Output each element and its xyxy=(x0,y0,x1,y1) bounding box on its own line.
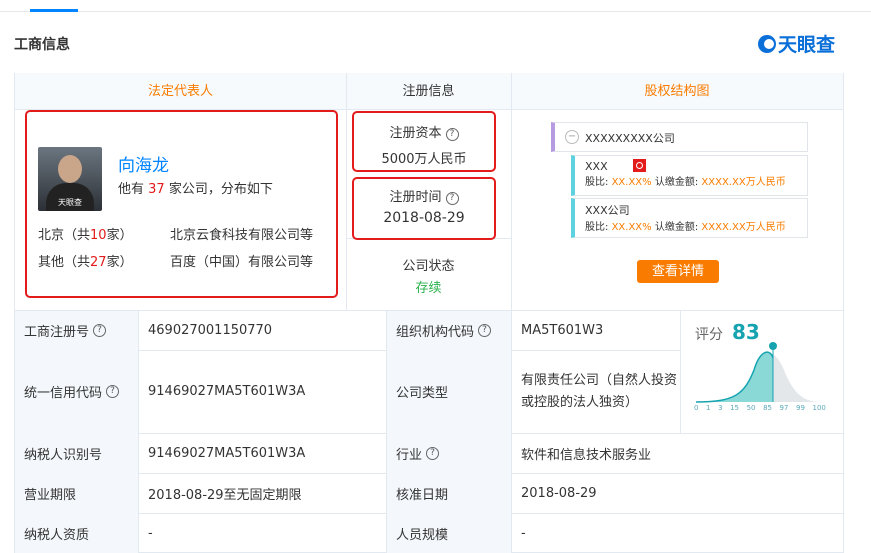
help-icon[interactable]: ? xyxy=(426,446,440,460)
value-credit-code: 91469027MA5T601W3A xyxy=(148,384,306,399)
value-org-code: MA5T601W3 xyxy=(521,322,604,338)
avatar[interactable]: 天眼查 xyxy=(38,147,102,211)
help-icon[interactable]: ? xyxy=(106,385,120,398)
header-registration: 注册信息 xyxy=(346,73,511,110)
help-icon[interactable]: ? xyxy=(445,128,459,141)
label-company-type: 公司类型 xyxy=(396,386,449,401)
value-business-term: 2018-08-29至无固定期限 xyxy=(148,487,302,503)
avatar-watermark: 天眼查 xyxy=(58,198,82,207)
value-taxpayer-id: 91469027MA5T601W3A xyxy=(148,445,306,461)
label-reg-number: 工商注册号? xyxy=(14,310,107,350)
region-beijing-company[interactable]: 北京云食科技有限公司等 xyxy=(170,224,313,243)
date-value: 2018-08-29 xyxy=(383,210,465,226)
section-title: 工商信息 xyxy=(14,37,70,53)
equity-root-node[interactable]: − XXXXXXXXX公司 xyxy=(551,122,808,152)
value-approval-date: 2018-08-29 xyxy=(521,485,597,501)
value-taxpayer-qualification: - xyxy=(148,525,153,541)
score-ticks: 0 1 3 15 50 85 97 99 100 xyxy=(694,404,826,412)
equity-node[interactable]: XXX公司 股比: XX.XX% 认缴金额: XXXX.XX万人民币 xyxy=(571,198,808,238)
score-marker-icon xyxy=(769,342,777,350)
header-legal-rep: 法定代表人 xyxy=(15,73,346,110)
tab-divider xyxy=(0,11,871,12)
view-details-button[interactable]: 查看详情 xyxy=(637,260,719,283)
label-staff-size: 人员规模 xyxy=(396,527,449,543)
header-equity: 股权结构图 xyxy=(511,73,843,110)
value-reg-number: 469027001150770 xyxy=(148,322,273,338)
label-industry: 行业? xyxy=(386,433,440,473)
label-approval-date: 核准日期 xyxy=(396,487,449,503)
value-company-type: 有限责任公司（自然人投资或控股的法人独资） xyxy=(521,372,678,410)
region-other-company[interactable]: 百度（中国）有限公司等 xyxy=(170,251,313,270)
date-label: 注册时间? xyxy=(352,186,496,205)
region-other: 其他（共27家） xyxy=(38,255,133,270)
logo-text: 天眼查 xyxy=(778,34,836,56)
active-tab-indicator xyxy=(30,9,78,12)
label-credit-code: 统一信用代码? xyxy=(14,350,120,433)
logo-icon xyxy=(758,34,776,53)
label-business-term: 营业期限 xyxy=(24,487,77,503)
label-taxpayer-qualification: 纳税人资质 xyxy=(24,527,90,543)
help-icon[interactable]: ? xyxy=(445,192,459,205)
capital-label: 注册资本? xyxy=(352,122,496,141)
equity-node[interactable]: XXX 股比: XX.XX% 认缴金额: XXXX.XX万人民币 xyxy=(571,155,808,196)
company-summary: 他有 37 家公司，分布如下 xyxy=(118,182,273,197)
region-beijing: 北京（共10家） xyxy=(38,228,133,243)
legal-rep-name[interactable]: 向海龙 xyxy=(118,151,169,176)
help-icon[interactable]: ? xyxy=(93,323,107,337)
status-label: 公司状态 xyxy=(402,259,455,274)
capital-value: 5000万人民币 xyxy=(381,152,467,167)
status-value: 存续 xyxy=(415,281,442,296)
target-icon xyxy=(633,159,647,172)
label-taxpayer-id: 纳税人识别号 xyxy=(24,447,103,463)
help-icon[interactable]: ? xyxy=(478,323,492,337)
collapse-icon[interactable]: − xyxy=(565,130,579,144)
label-org-code: 组织机构代码? xyxy=(386,310,492,350)
tianyancha-logo: 天眼查 xyxy=(758,30,835,57)
value-industry: 软件和信息技术服务业 xyxy=(521,447,652,463)
value-staff-size: - xyxy=(521,525,526,541)
score-distribution-chart xyxy=(695,342,822,403)
